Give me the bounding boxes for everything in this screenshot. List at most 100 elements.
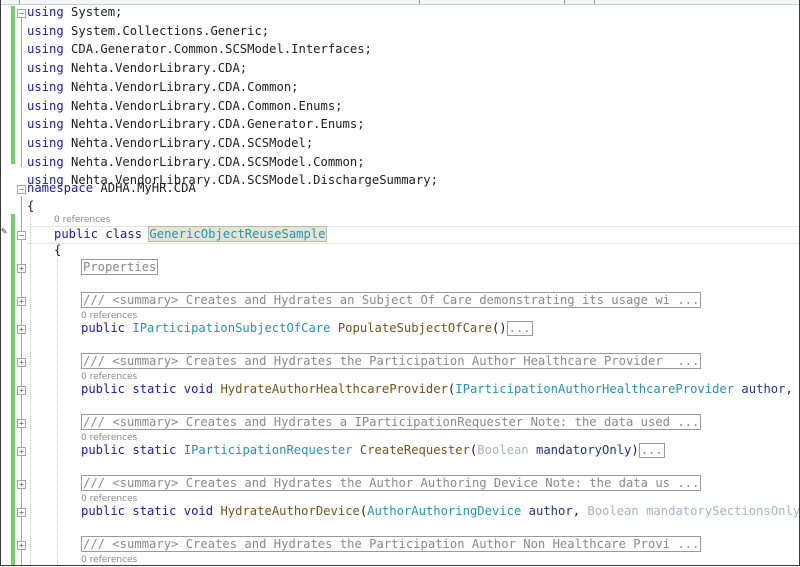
summary-comment: /// <summary> Creates and Hydrates the P… [81,536,702,552]
code-editor[interactable]: using System; using System.Collections.Ge… [0,0,800,566]
parameter-token: AuthorAuthoringDevice [367,504,522,518]
namespace-name: CDA.Generator.Common.SCSModel.Interfaces… [71,42,372,57]
keyword: static [132,504,177,518]
expand-toggle-icon[interactable]: + [17,508,26,517]
namespace-name: Nehta.VendorLibrary.CDA.SCSModel.Common; [71,154,365,169]
summary-comment: /// <summary> Creates and Hydrates the P… [81,353,702,369]
return-type: void [183,504,214,518]
keyword: namespace [27,181,94,195]
method-name[interactable]: HydrateAuthorHealthcareProvider [220,382,447,396]
summary-comment: /// <summary> Creates and Hydrates a IPa… [81,414,702,430]
namespace-declaration: namespace ADHA.MyHR.CDA [27,181,196,196]
collapsed-summary[interactable]: /// <summary> Creates and Hydrates an Su… [81,292,702,308]
keyword: using [27,98,64,113]
namespace-name: Nehta.VendorLibrary.CDA.Common.Enums; [71,98,343,113]
keyword: static [132,443,177,457]
collapse-toggle-icon[interactable]: − [17,231,26,240]
expand-toggle-icon[interactable]: + [17,325,26,334]
return-type: void [183,382,214,396]
parameter-token: Boolean [587,504,639,518]
properties-region: Properties [81,259,159,275]
code-lens-references[interactable]: 0 references [81,555,137,565]
namespace-name: Nehta.VendorLibrary.CDA; [71,61,248,76]
parameter-token: author [521,504,573,518]
using-directive: using System; [27,5,122,20]
class-declaration: public class GenericObjectReuseSample [54,226,327,242]
expand-toggle-icon[interactable]: + [17,480,26,489]
keyword: using [27,23,64,38]
keyword: static [132,382,177,396]
collapsed-summary[interactable]: /// <summary> Creates and Hydrates the P… [81,353,702,369]
class-name[interactable]: GenericObjectReuseSample [148,226,327,242]
expand-toggle-icon[interactable]: + [17,386,26,395]
outline-line [21,15,22,167]
namespace-name: Nehta.VendorLibrary.CDA.Generator.Enums; [71,117,365,132]
collapse-toggle-icon[interactable]: − [17,9,26,18]
parameter-token: Boolean [477,443,529,457]
using-directive: using Nehta.VendorLibrary.CDA.Common.Enu… [27,99,343,114]
using-directive: using Nehta.VendorLibrary.CDA; [27,61,247,76]
expand-toggle-icon[interactable]: + [17,297,26,306]
keyword: using [27,117,64,132]
using-directive: using CDA.Generator.Common.SCSModel.Inte… [27,42,372,57]
edit-caret-marker-icon: ✎ [1,226,8,237]
parameter-token: , [572,504,588,518]
keyword: using [27,154,64,169]
namespace-name: ADHA.MyHR.CDA [100,181,196,195]
open-brace: { [54,243,61,258]
expand-toggle-icon[interactable]: + [17,419,26,428]
method-signature: public static void HydrateAuthorHealthca… [81,382,800,397]
using-directive: using System.Collections.Generic; [27,24,269,39]
summary-comment: /// <summary> Creates and Hydrates the A… [81,475,702,491]
method-name[interactable]: HydrateAuthorDevice [220,504,359,518]
using-directive: using Nehta.VendorLibrary.CDA.Generator.… [27,117,365,132]
keyword: using [27,79,64,94]
parameter-token: , [785,382,800,396]
keyword: public [81,504,126,518]
expand-toggle-icon[interactable]: + [17,358,26,367]
using-directive: using Nehta.VendorLibrary.CDA.Common; [27,80,299,95]
expand-toggle-icon[interactable]: + [17,447,26,456]
namespace-name: System.Collections.Generic; [71,23,270,38]
summary-comment: /// <summary> Creates and Hydrates an Su… [81,292,702,308]
parameter-token: mandatorySectionsOnly [638,504,800,518]
keyword: public [81,382,126,396]
return-type: IParticipationRequester [183,443,353,457]
brace: { [27,199,35,213]
indent-guide [30,212,31,565]
expand-toggle-icon[interactable]: + [17,541,26,550]
keyword: using [27,61,64,76]
keyword: using [27,135,64,150]
namespace-name: Nehta.VendorLibrary.CDA.SCSModel; [71,135,314,150]
return-type: IParticipationSubjectOfCare [132,321,331,335]
keyword: class [105,227,143,241]
change-bar [11,214,15,565]
keyword: public [81,321,126,335]
using-directive: using Nehta.VendorLibrary.CDA.SCSModel; [27,136,313,151]
expand-toggle-icon[interactable]: + [17,264,26,273]
collapsed-body-ellipsis[interactable]: ... [638,443,665,458]
using-directive: using Nehta.VendorLibrary.CDA.SCSModel.C… [27,155,365,170]
method-name[interactable]: PopulateSubjectOfCare [338,321,492,335]
brace: { [54,243,62,257]
parameter-list: () [491,321,507,335]
collapsed-body-ellipsis[interactable]: ... [506,321,533,336]
parameter-token: mandatoryOnly [528,443,632,457]
method-signature: public static IParticipationRequester Cr… [81,443,665,458]
method-signature: public IParticipationSubjectOfCare Popul… [81,321,533,336]
method-name[interactable]: CreateRequester [360,443,470,457]
parameter-token: author [734,382,786,396]
collapsed-summary[interactable]: /// <summary> Creates and Hydrates a IPa… [81,414,702,430]
change-bar [11,6,15,164]
keyword: public [54,227,99,241]
collapsed-summary[interactable]: /// <summary> Creates and Hydrates the A… [81,475,702,491]
method-signature: public static void HydrateAuthorDevice(A… [81,504,800,519]
collapsed-region[interactable]: Properties [81,259,159,275]
code-lens-references[interactable]: 0 references [54,215,110,226]
namespace-name: Nehta.VendorLibrary.CDA.Common; [71,79,299,94]
collapse-toggle-icon[interactable]: − [17,185,26,194]
keyword: public [81,443,126,457]
collapsed-summary[interactable]: /// <summary> Creates and Hydrates the P… [81,536,702,552]
open-brace: { [27,199,34,214]
keyword: using [27,5,64,19]
